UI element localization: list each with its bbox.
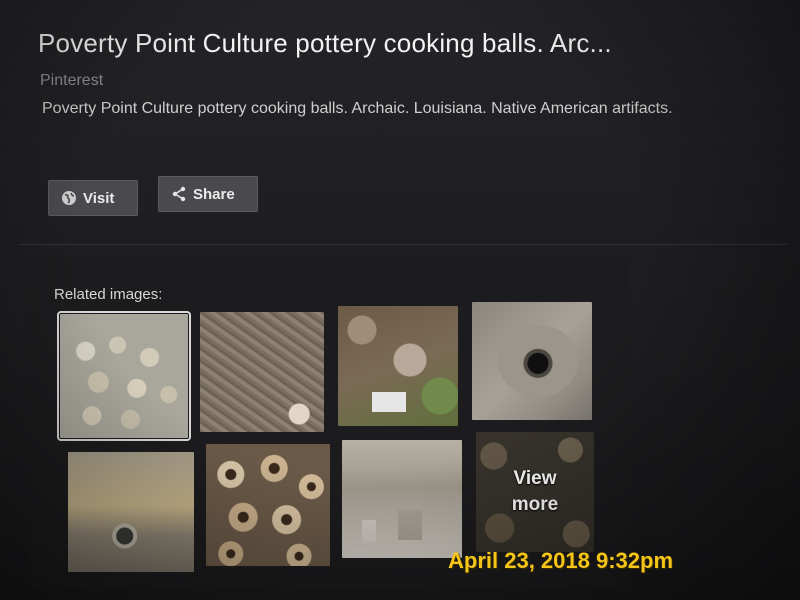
- result-title[interactable]: Poverty Point Culture pottery cooking ba…: [38, 28, 778, 59]
- related-thumbnail-2[interactable]: [200, 312, 324, 432]
- related-thumbnail-7[interactable]: [342, 440, 462, 558]
- view-more-line2: more: [511, 494, 559, 515]
- view-more-button[interactable]: View more: [476, 432, 594, 552]
- visit-button[interactable]: Visit: [48, 180, 138, 216]
- related-thumbnail-6[interactable]: [206, 444, 330, 566]
- related-thumbnail-1[interactable]: [57, 311, 191, 441]
- related-thumbnail-4[interactable]: [472, 302, 592, 420]
- result-description: Poverty Point Culture pottery cooking ba…: [42, 100, 673, 117]
- related-images-heading: Related images:: [54, 286, 163, 303]
- photo-timestamp: April 23, 2018 9:32pm: [448, 548, 674, 573]
- related-thumbnail-5[interactable]: [68, 452, 194, 572]
- globe-icon: [61, 190, 77, 206]
- visit-label: Visit: [83, 189, 115, 207]
- view-more-line1: View: [513, 468, 557, 489]
- section-divider: [18, 244, 788, 245]
- share-button[interactable]: Share: [158, 176, 258, 212]
- share-label: Share: [193, 185, 235, 203]
- result-source: Pinterest: [40, 72, 104, 89]
- share-icon: [171, 186, 187, 202]
- related-thumbnail-3[interactable]: [338, 306, 458, 426]
- image-preview-panel: Poverty Point Culture pottery cooking ba…: [0, 0, 800, 600]
